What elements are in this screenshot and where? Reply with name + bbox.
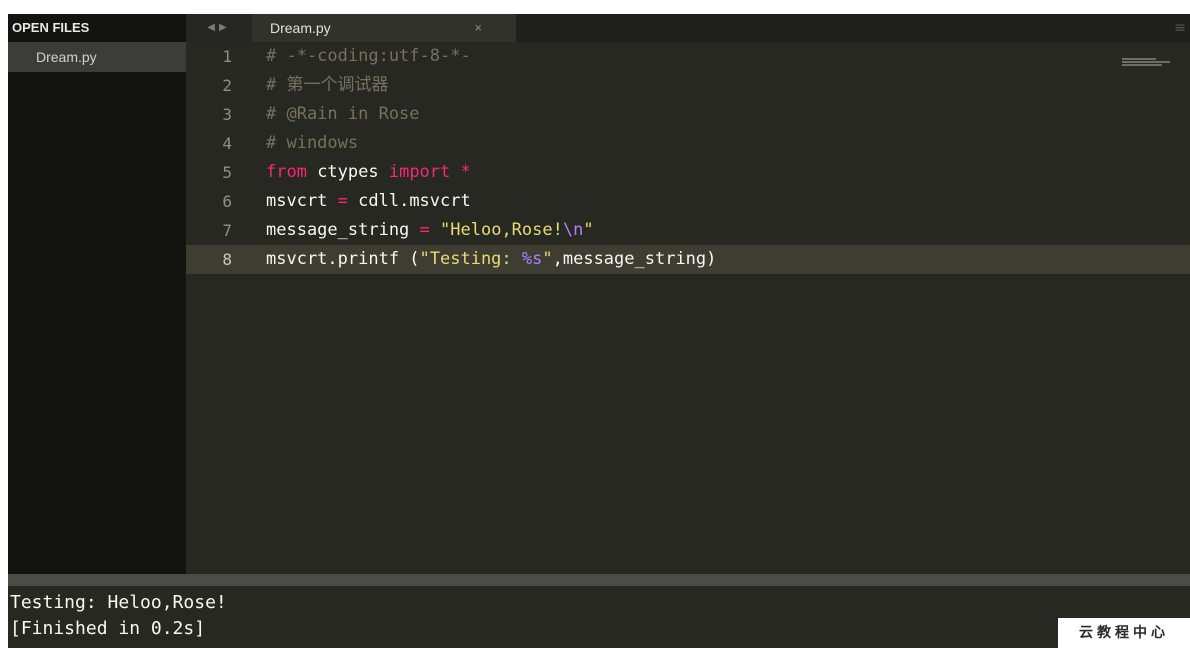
line-number: 5 — [222, 163, 232, 182]
line-number-gutter: 1 2 3 4 5 6 7 8 — [186, 42, 252, 574]
open-files-header: OPEN FILES — [12, 20, 90, 35]
line-number: 7 — [222, 221, 232, 240]
line-number: 6 — [222, 192, 232, 211]
line-number-active: 8 — [186, 245, 252, 274]
build-output-panel: Testing: Heloo,Rose! [Finished in 0.2s] — [8, 586, 1190, 648]
code-line[interactable]: # -*-coding:utf-8-*- — [252, 42, 1190, 71]
tab-bar: ◀▶ Dream.py × ≡ — [186, 14, 1190, 42]
minimap[interactable] — [1122, 58, 1178, 68]
top-strip — [0, 0, 1190, 14]
right-arrow-icon[interactable]: ▶ — [219, 22, 231, 33]
line-number: 3 — [222, 105, 232, 124]
code-line[interactable]: # 第一个调试器 — [252, 71, 1190, 100]
output-line: [Finished in 0.2s] — [10, 618, 206, 639]
tab-dream-py[interactable]: Dream.py × — [252, 14, 516, 42]
code-line[interactable]: msvcrt = cdll.msvcrt — [252, 187, 1190, 216]
close-icon[interactable]: × — [474, 14, 482, 42]
line-number: 1 — [222, 47, 232, 66]
line-number: 4 — [222, 134, 232, 153]
menu-icon[interactable]: ≡ — [1174, 14, 1186, 42]
code-editor[interactable]: # -*-coding:utf-8-*- # 第一个调试器 # @Rain in… — [252, 42, 1190, 574]
sidebar-file-dream-py[interactable]: Dream.py — [8, 42, 186, 72]
code-line[interactable]: # @Rain in Rose — [252, 100, 1190, 129]
app-window: OPEN FILES Dream.py ◀▶ Dream.py × ≡ 1 2 … — [0, 0, 1190, 648]
code-line[interactable]: message_string = "Heloo,Rose!\n" — [252, 216, 1190, 245]
watermark-logo: 云教程中心 — [1058, 618, 1190, 648]
left-arrow-icon[interactable]: ◀ — [207, 22, 219, 33]
sidebar: OPEN FILES Dream.py — [8, 14, 186, 574]
code-line-active[interactable]: msvcrt.printf ("Testing: %s",message_str… — [252, 245, 1190, 274]
tab-label: Dream.py — [270, 20, 331, 36]
tab-nav-arrows[interactable]: ◀▶ — [186, 14, 252, 42]
panel-divider[interactable] — [8, 574, 1190, 586]
line-number: 2 — [222, 76, 232, 95]
editor-frame: OPEN FILES Dream.py ◀▶ Dream.py × ≡ 1 2 … — [8, 14, 1190, 574]
output-line: Testing: Heloo,Rose! — [10, 592, 227, 613]
code-line[interactable]: # windows — [252, 129, 1190, 158]
code-line[interactable]: from ctypes import * — [252, 158, 1190, 187]
